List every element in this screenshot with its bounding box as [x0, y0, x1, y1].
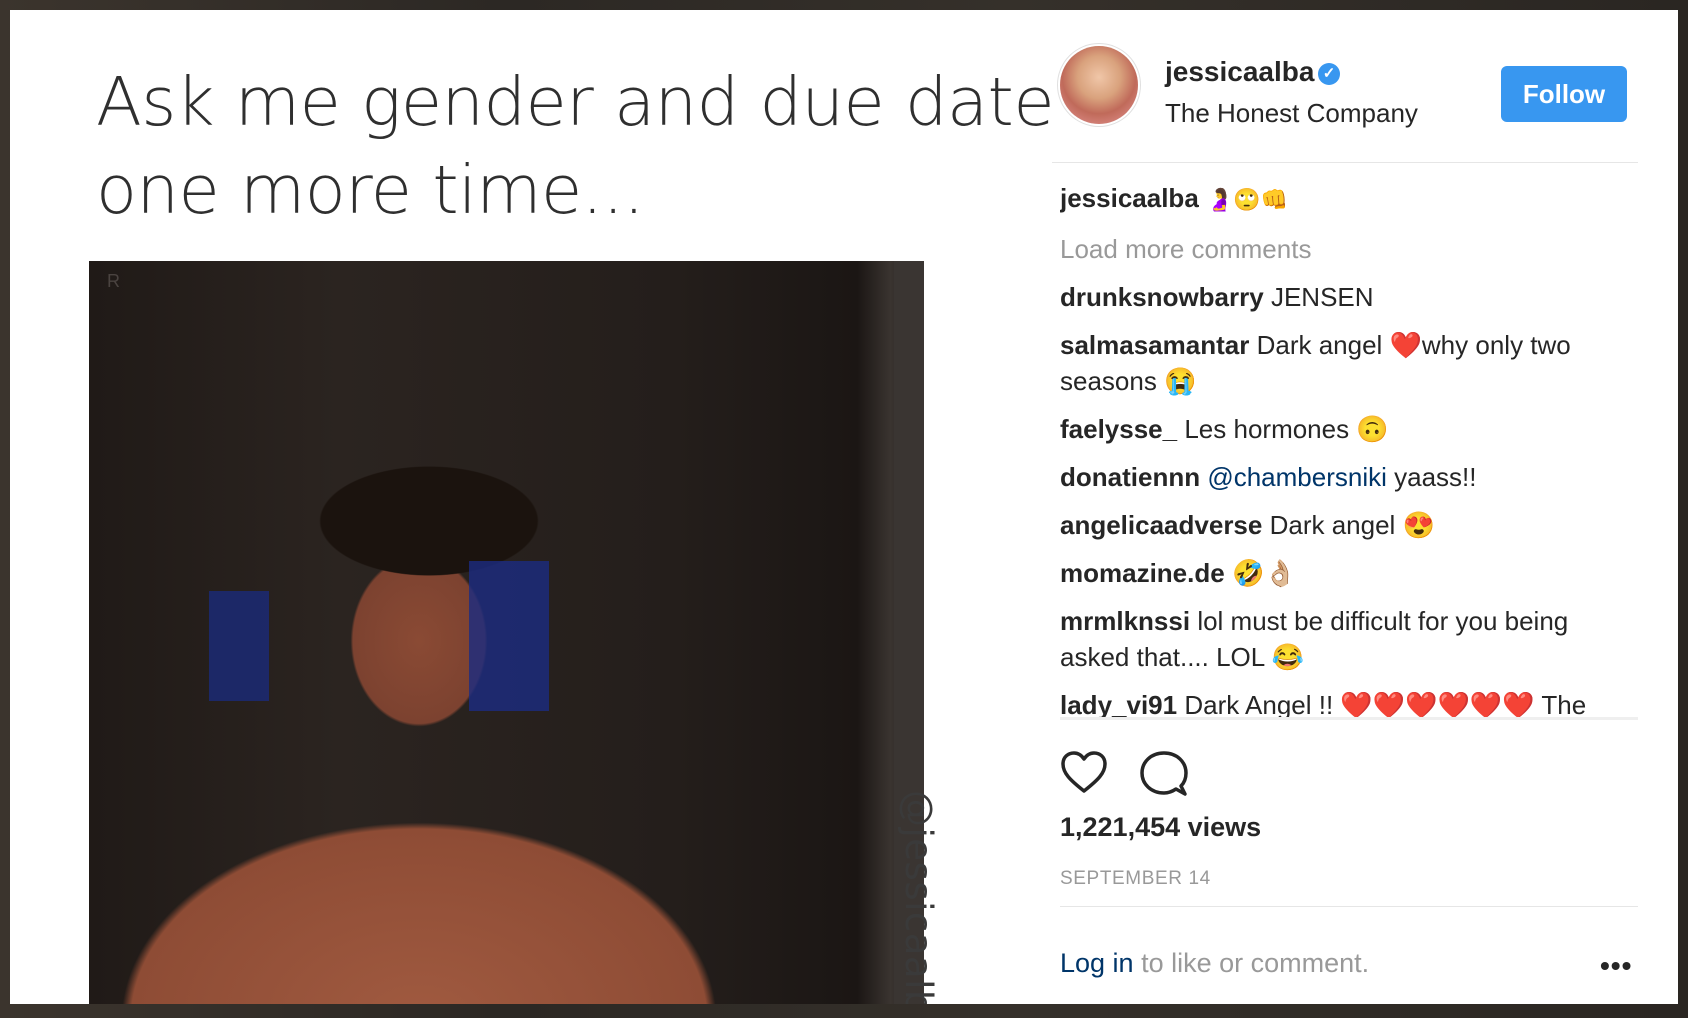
photo-corner-mark: R [107, 271, 120, 291]
comment-text: Dark Angel !! ❤️❤️❤️❤️❤️❤️ The [1184, 690, 1587, 720]
comments-scroll-edge [1060, 717, 1638, 720]
comment-text: Dark angel 😍 [1269, 510, 1435, 540]
comment-item: angelicaadverse Dark angel 😍 [1060, 507, 1638, 543]
comment-item: lady_vi91 Dark Angel !! ❤️❤️❤️❤️❤️❤️ The [1060, 687, 1638, 720]
comment-text: JENSEN [1270, 282, 1374, 312]
caption-text: 🤰🙄👊 [1206, 188, 1289, 213]
comment-username[interactable]: salmasamantar [1060, 330, 1249, 360]
photo-background-right [469, 561, 549, 711]
post-actions: 1,221,454 views SEPTEMBER 14 [1052, 722, 1638, 902]
footer-divider [1060, 906, 1638, 907]
comment-username[interactable]: faelysse_ [1060, 414, 1177, 444]
comment-item: faelysse_ Les hormones 🙃 [1060, 411, 1638, 447]
login-link[interactable]: Log in [1060, 948, 1134, 978]
location-label[interactable]: The Honest Company [1165, 98, 1418, 129]
meme-line-2: one more time... [96, 151, 645, 229]
comment-username[interactable]: drunksnowbarry [1060, 282, 1264, 312]
avatar[interactable] [1060, 46, 1138, 124]
post-media[interactable]: Ask me gender and due date one more time… [10, 10, 1055, 1004]
post-photo: R [89, 261, 924, 1004]
follow-button[interactable]: Follow [1501, 66, 1627, 122]
heart-icon[interactable] [1060, 750, 1108, 794]
comment-mention-link[interactable]: @chambersniki [1207, 462, 1387, 492]
comment-icon[interactable] [1140, 750, 1188, 796]
photo-background-left [209, 591, 269, 701]
comment-item: momazine.de 🤣👌🏼 [1060, 555, 1638, 591]
comment-item: donatiennn @chambersniki yaass!! [1060, 459, 1638, 495]
comment-item: drunksnowbarry JENSEN [1060, 279, 1638, 315]
login-prompt: Log in to like or comment. [1060, 948, 1369, 979]
comments-list[interactable]: jessicaalba 🤰🙄👊 Load more comments drunk… [1060, 180, 1638, 720]
verified-badge-icon: ✓ [1318, 63, 1340, 85]
comment-username[interactable]: mrmlknssi [1060, 606, 1190, 636]
more-options-icon[interactable]: ••• [1600, 950, 1632, 982]
post-date[interactable]: SEPTEMBER 14 [1060, 868, 1211, 890]
caption: jessicaalba 🤰🙄👊 [1060, 180, 1638, 219]
login-prompt-text: to like or comment. [1141, 948, 1370, 978]
comment-username[interactable]: momazine.de [1060, 558, 1225, 588]
post-header: jessicaalba ✓ The Honest Company Follow [1052, 10, 1638, 163]
load-more-comments-link[interactable]: Load more comments [1060, 231, 1638, 267]
comment-username[interactable]: lady_vi91 [1060, 690, 1177, 720]
comment-text: yaass!! [1394, 462, 1477, 492]
comment-text: Les hormones 🙃 [1184, 414, 1389, 444]
meme-line-1: Ask me gender and due date [96, 63, 1055, 141]
meme-caption: Ask me gender and due date one more time… [96, 58, 1055, 234]
post-modal: Ask me gender and due date one more time… [10, 10, 1678, 1004]
comment-item: salmasamantar Dark angel ❤️why only two … [1060, 327, 1638, 399]
comment-text: 🤣👌🏼 [1231, 558, 1297, 588]
comment-item: mrmlknssi lol must be difficult for you … [1060, 603, 1638, 675]
view-count: 1,221,454 views [1060, 812, 1262, 842]
caption-username[interactable]: jessicaalba [1060, 183, 1199, 213]
comment-username[interactable]: angelicaadverse [1060, 510, 1262, 540]
image-watermark: @jessicaalba [897, 790, 940, 1004]
comment-username[interactable]: donatiennn [1060, 462, 1200, 492]
header-username[interactable]: jessicaalba [1165, 56, 1314, 88]
post-sidebar: jessicaalba ✓ The Honest Company Follow … [1052, 10, 1678, 1004]
